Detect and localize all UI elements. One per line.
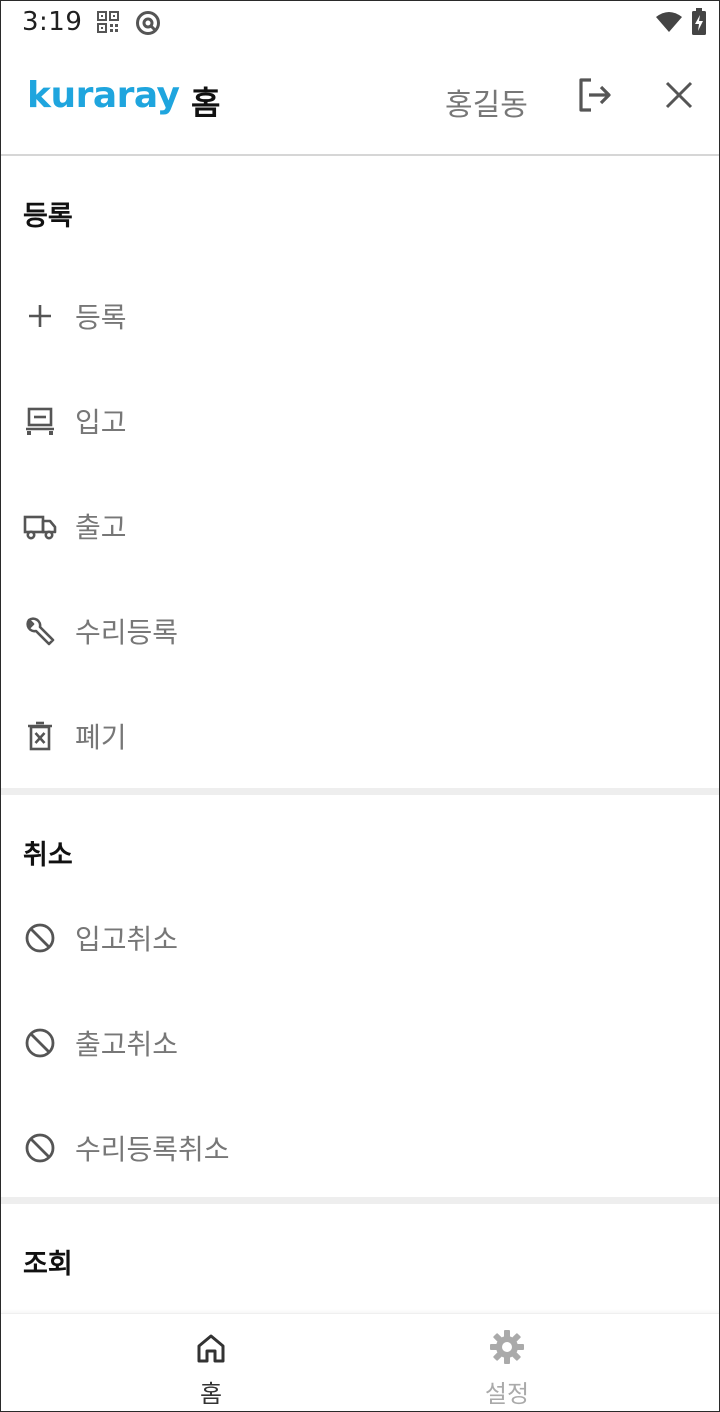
menu-item-stock-out-cancel[interactable]: 출고취소 [1,990,719,1095]
menu-item-repair-cancel[interactable]: 수리등록취소 [1,1095,719,1200]
nav-settings[interactable]: 설정 [327,1314,687,1411]
gear-icon [490,1330,524,1364]
at-sign-icon [136,11,160,35]
status-bar: 3:19 [1,1,719,45]
menu-item-stock-out[interactable]: 출고 [1,473,719,578]
qr-code-icon [97,11,119,33]
menu-list: 등록 등록 입고 출고 수리등록 폐기 취소 입고취소 출고취소 수리등록취소 … [1,158,719,1309]
home-icon [197,1334,225,1363]
trash-x-icon [28,721,52,750]
plus-icon [29,304,51,327]
section-title-cancel: 취소 [23,840,73,871]
wrench-icon [26,616,55,645]
truck-icon [23,515,57,539]
menu-item-dispose[interactable]: 폐기 [1,683,719,788]
section-title-register: 등록 [23,201,73,232]
menu-item-label: 등록 [75,300,127,334]
battery-charging-icon [692,8,706,35]
menu-item-stock-in-cancel[interactable]: 입고취소 [1,885,719,990]
menu-item-label: 수리등록취소 [75,1132,230,1166]
logout-icon[interactable] [575,75,615,115]
section-divider [1,788,719,795]
status-time: 3:19 [22,7,83,37]
menu-item-label: 출고 [75,510,127,544]
menu-item-label: 폐기 [75,720,127,754]
menu-item-label: 입고 [75,405,127,439]
nav-settings-label: 설정 [484,1380,530,1408]
block-icon [25,923,55,952]
kuraray-logo: kuraray [27,75,180,116]
bottom-nav: 홈 설정 [1,1313,719,1411]
warehouse-in-icon [26,407,54,435]
menu-item-label: 수리등록 [75,615,179,649]
menu-item-register[interactable]: 등록 [1,263,719,368]
close-icon[interactable] [659,75,699,115]
user-name: 홍길동 [445,88,528,123]
app-screen: 3:19 kuraray 홈 홍길동 등록 등록 입고 출고 수리등록 폐기 취… [0,0,720,1412]
menu-item-repair[interactable]: 수리등록 [1,578,719,683]
menu-item-label: 입고취소 [75,922,179,956]
app-header: kuraray 홈 홍길동 [1,45,719,156]
section-title-inquiry: 조회 [23,1249,73,1280]
menu-item-label: 출고취소 [75,1027,179,1061]
page-title: 홈 [191,84,221,122]
wifi-icon [656,12,682,32]
menu-item-stock-in[interactable]: 입고 [1,368,719,473]
block-icon [25,1133,55,1162]
block-icon [25,1028,55,1057]
